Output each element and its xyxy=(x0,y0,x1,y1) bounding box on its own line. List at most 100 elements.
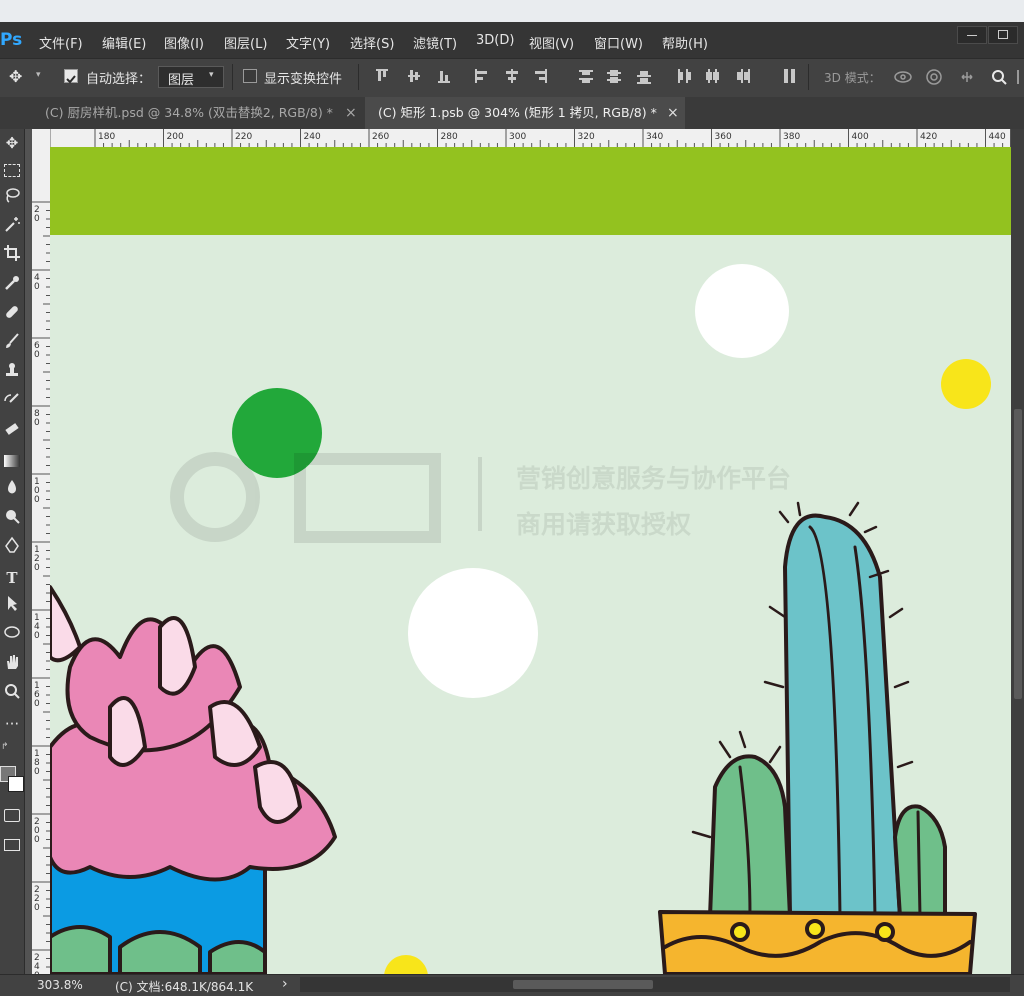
tab-kitchen-mockup-label: (C) 厨房样机.psd @ 34.8% (双击替换2, RGB/8) * xyxy=(45,105,333,120)
close-icon[interactable]: × xyxy=(345,97,357,129)
ruler-tick-label: 340 xyxy=(646,132,663,142)
menu-edit[interactable]: 编辑(E) xyxy=(102,33,146,52)
ruler-tick-label: 0 xyxy=(34,563,40,573)
zoom-level[interactable]: 303.8% xyxy=(37,978,83,992)
ruler-tick-label: 0 xyxy=(34,699,40,709)
minimize-button[interactable] xyxy=(957,26,987,44)
swap-colors-icon[interactable]: ↱ xyxy=(1,742,9,752)
status-menu-arrow-icon[interactable]: › xyxy=(282,976,288,992)
close-icon[interactable]: × xyxy=(667,97,679,129)
auto-select-value: 图层 xyxy=(168,73,195,88)
tool-preset-dropdown-icon[interactable]: ▾ xyxy=(36,70,41,80)
document-size-info: (C) 文档:648.1K/864.1K xyxy=(115,980,254,994)
lasso-tool-icon[interactable] xyxy=(0,186,24,212)
quick-mask-icon[interactable] xyxy=(0,803,24,829)
document-canvas[interactable]: 营销创意服务与协作平台 商用请获取授权 千图 xyxy=(50,147,1011,974)
distribute-right-icon xyxy=(737,69,750,83)
screen-mode-icon[interactable] xyxy=(0,832,24,858)
ruler-tick-label: 260 xyxy=(372,132,389,142)
zoom-tool-icon[interactable] xyxy=(0,682,24,708)
scrollbar-thumb[interactable] xyxy=(513,980,653,989)
magic-wand-tool-icon[interactable] xyxy=(0,215,24,241)
distribute-top-icon xyxy=(579,70,593,83)
ruler-tick-label: 220 xyxy=(235,132,252,142)
move-tool-icon[interactable]: ✥ xyxy=(0,130,24,156)
align-distribute-icons[interactable] xyxy=(372,66,822,88)
tab-rectangle-psb-label: (C) 矩形 1.psb @ 304% (矩形 1 拷贝, RGB/8) * xyxy=(378,105,657,120)
crop-tool-icon[interactable] xyxy=(0,244,24,270)
succulent-illustration xyxy=(50,585,337,974)
move-tool-icon[interactable]: ✥ xyxy=(9,67,22,86)
more-tools-icon[interactable]: ··· xyxy=(0,711,24,737)
dodge-tool-icon[interactable] xyxy=(0,507,24,533)
ruler-tick-label: 0 xyxy=(34,418,40,428)
auto-select-checkbox[interactable] xyxy=(64,69,78,84)
watermark-brand: 千图 xyxy=(280,453,368,517)
ruler-origin[interactable] xyxy=(32,129,51,148)
3d-roll-icon xyxy=(926,69,942,85)
menu-3d[interactable]: 3D(D) xyxy=(476,33,514,48)
marquee-tool-icon[interactable] xyxy=(0,158,24,184)
window-top-strip xyxy=(0,0,1024,22)
menu-image[interactable]: 图像(I) xyxy=(164,33,204,52)
path-selection-tool-icon[interactable] xyxy=(0,594,24,620)
menu-layer[interactable]: 图层(L) xyxy=(224,33,267,52)
3d-mode-icons[interactable] xyxy=(892,66,1024,88)
menu-window[interactable]: 窗口(W) xyxy=(594,33,643,52)
menu-filter[interactable]: 滤镜(T) xyxy=(413,33,457,52)
chevron-down-icon: ▾ xyxy=(209,70,214,80)
ruler-tick-label: 0 xyxy=(34,835,40,845)
menu-help[interactable]: 帮助(H) xyxy=(662,33,708,52)
options-scroll-handle xyxy=(1017,70,1019,84)
ruler-tick-label: 320 xyxy=(578,132,595,142)
3d-mode-label: 3D 模式： xyxy=(824,71,881,85)
ruler-tick-label: 0 xyxy=(34,495,40,505)
eraser-tool-icon[interactable] xyxy=(0,420,24,446)
menu-view[interactable]: 视图(V) xyxy=(529,33,574,52)
header-green-band xyxy=(50,147,1011,235)
healing-brush-tool-icon[interactable] xyxy=(0,303,24,329)
scrollbar-thumb[interactable] xyxy=(1014,409,1022,699)
ruler-tick-label: 400 xyxy=(852,132,869,142)
search-icon xyxy=(992,70,1007,85)
vertical-ruler-ticks: 20406080100120140160180200220240 xyxy=(32,201,50,974)
ruler-tick-label: 440 xyxy=(989,132,1006,142)
ruler-tick-label: 420 xyxy=(920,132,937,142)
hand-tool-icon[interactable] xyxy=(0,653,24,679)
ruler-tick-label: 0 xyxy=(34,631,40,641)
blur-tool-icon[interactable] xyxy=(0,478,24,504)
background-color-swatch[interactable] xyxy=(8,776,24,792)
type-tool-icon[interactable]: T xyxy=(0,565,24,591)
eyedropper-tool-icon[interactable] xyxy=(0,274,24,300)
show-transform-checkbox[interactable] xyxy=(243,69,257,83)
menu-file[interactable]: 文件(F) xyxy=(39,33,83,52)
ruler-tick-label: 380 xyxy=(783,132,800,142)
status-bar: 303.8% (C) 文档:648.1K/864.1K › xyxy=(0,974,1024,996)
clone-stamp-tool-icon[interactable] xyxy=(0,361,24,387)
pen-tool-icon[interactable] xyxy=(0,536,24,562)
divider xyxy=(232,64,233,90)
maximize-button[interactable] xyxy=(988,26,1018,44)
history-brush-tool-icon[interactable] xyxy=(0,391,24,417)
vertical-scrollbar[interactable] xyxy=(1011,129,1024,974)
yellow-dot xyxy=(941,359,991,409)
ruler-tick-label: 0 xyxy=(34,767,40,777)
ruler-tick-label: 360 xyxy=(715,132,732,142)
artwork xyxy=(50,147,1011,974)
ellipse-tool-icon[interactable] xyxy=(0,623,24,649)
align-bottom-icon xyxy=(438,71,450,83)
brush-tool-icon[interactable] xyxy=(0,332,24,358)
horizontal-scrollbar[interactable] xyxy=(300,977,1010,992)
white-dot xyxy=(695,264,789,358)
ruler-tick-label: 240 xyxy=(304,132,321,142)
menu-type[interactable]: 文字(Y) xyxy=(286,33,330,52)
cactus-illustration xyxy=(658,501,977,974)
auto-select-dropdown[interactable]: 图层 ▾ xyxy=(158,66,224,88)
vertical-ruler[interactable]: 20406080100120140160180200220240 xyxy=(32,147,51,974)
align-vcenter-icon xyxy=(408,70,420,82)
horizontal-ruler[interactable]: 180 200 220 240 260 280 300 320 340 360 380 400 420 4… xyxy=(50,129,1010,148)
divider xyxy=(808,64,809,90)
menu-select[interactable]: 选择(S) xyxy=(350,33,394,52)
checkmark-icon xyxy=(66,75,76,84)
gradient-tool-icon[interactable] xyxy=(0,449,24,475)
